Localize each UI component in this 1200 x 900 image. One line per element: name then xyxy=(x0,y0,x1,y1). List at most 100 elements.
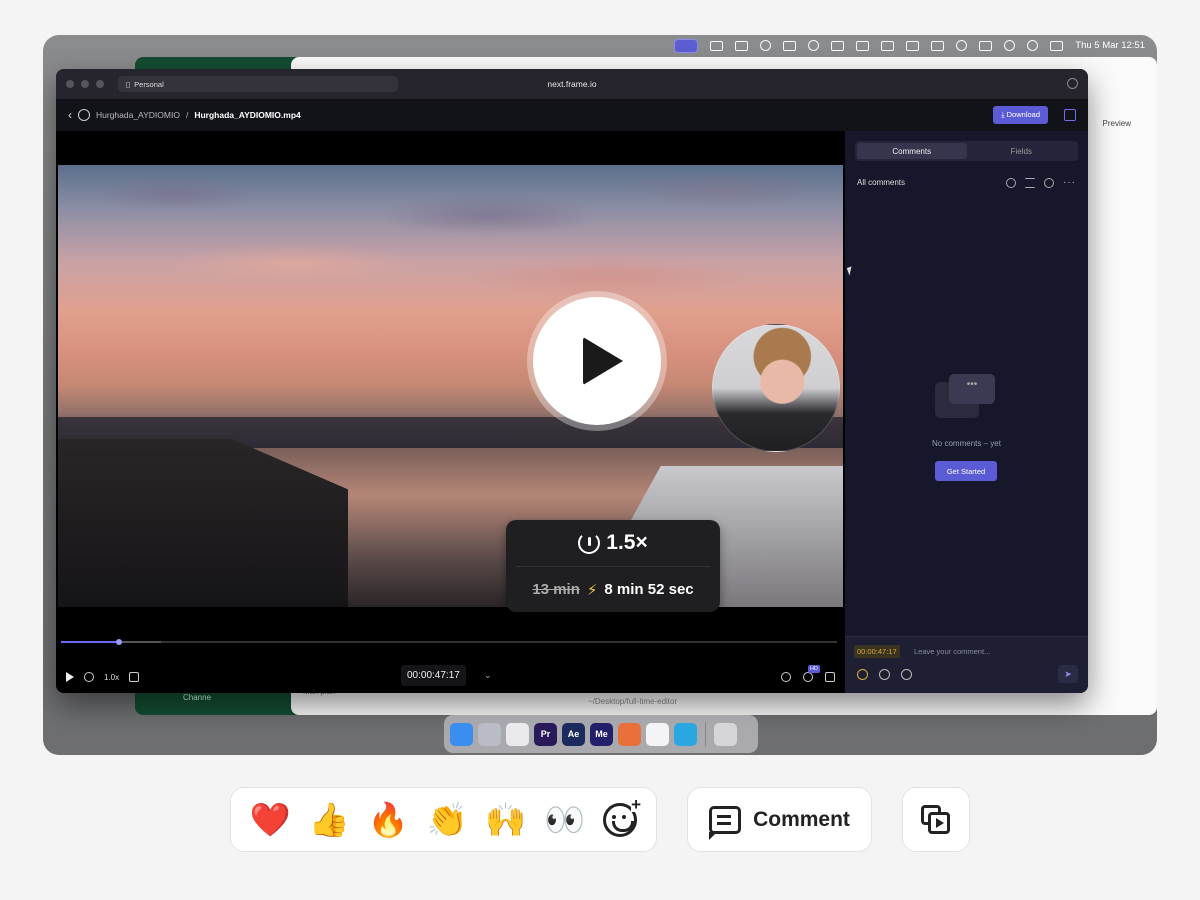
progress-track[interactable] xyxy=(61,641,837,643)
reactions-bar: ❤️ 👍 🔥 👏 🙌 👀 + xyxy=(230,787,657,852)
quality-settings-icon[interactable]: HD xyxy=(803,665,820,682)
play-button[interactable] xyxy=(533,297,661,425)
frameio-window: ▯ Personal next.frame.io ‹ Hurghada_AYDI… xyxy=(56,69,1088,693)
comments-panel: Comments Fields All comments ··· ••• No … xyxy=(845,131,1088,693)
add-reaction-icon[interactable]: + xyxy=(603,796,642,837)
lightning-icon: ⚡ xyxy=(586,581,598,599)
battery-icon[interactable] xyxy=(979,40,993,51)
volume-icon[interactable] xyxy=(129,672,140,682)
profile-tab-label: Personal xyxy=(134,79,164,89)
search-icon[interactable] xyxy=(1044,177,1054,188)
window-titlebar: ▯ Personal next.frame.io xyxy=(56,69,1088,99)
tab-fields[interactable]: Fields xyxy=(967,143,1077,159)
menubar-app-icon[interactable] xyxy=(735,40,749,51)
heart-emoji[interactable]: ❤️ xyxy=(250,803,291,836)
video-player[interactable]: 1.0x 00:00:47:17 ⌄ HD xyxy=(56,131,845,693)
comment-button[interactable]: Comment xyxy=(687,787,872,852)
profile-tab[interactable]: ▯ Personal xyxy=(118,76,398,92)
play-icon[interactable] xyxy=(66,672,74,682)
toggle-panel-icon[interactable] xyxy=(1064,109,1076,121)
composer-timecode[interactable]: 00:00:47:17 xyxy=(854,645,900,658)
wifi-icon[interactable] xyxy=(1004,40,1016,51)
input-source-icon[interactable] xyxy=(906,40,920,51)
after-effects-icon[interactable]: Ae xyxy=(562,722,585,746)
claude-icon[interactable] xyxy=(618,722,641,746)
progress-handle[interactable] xyxy=(116,639,123,645)
all-comments-filter[interactable]: All comments xyxy=(857,178,905,187)
location-pin-icon[interactable] xyxy=(781,672,791,682)
comments-toolbar: All comments ··· xyxy=(845,177,1088,188)
speed-overlay: 1.5× 13 min ⚡ 8 min 52 sec xyxy=(506,520,720,612)
slack-icon[interactable] xyxy=(646,722,669,746)
minimize-window-button[interactable] xyxy=(81,80,89,88)
get-started-button[interactable]: Get Started xyxy=(935,461,997,481)
menubar-app-icon[interactable] xyxy=(760,40,772,51)
back-chevron-icon[interactable]: ‹ xyxy=(68,108,72,122)
menubar-clock[interactable]: Thu 5 Mar 12:51 xyxy=(1075,40,1145,51)
raised-hands-emoji[interactable]: 🙌 xyxy=(485,803,526,836)
media-library-icon xyxy=(921,804,951,835)
background-path: ~/Desktop/full-time-editor xyxy=(588,697,678,706)
fullscreen-icon[interactable] xyxy=(825,672,835,682)
trash-icon[interactable] xyxy=(714,722,737,746)
emoji-icon[interactable] xyxy=(879,669,890,680)
tab-comments[interactable]: Comments xyxy=(857,143,967,159)
preview-label[interactable]: Preview xyxy=(1103,119,1131,128)
loop-icon[interactable] xyxy=(84,672,94,682)
duration-row: 13 min ⚡ 8 min 52 sec xyxy=(506,567,720,612)
empty-state-text: No comments – yet xyxy=(932,439,1001,448)
comment-input[interactable]: Leave your comment... xyxy=(914,647,990,656)
asset-header: ‹ Hurghada_AYDIOMIO / Hurghada_AYDIOMIO.… xyxy=(56,99,1088,131)
download-button[interactable]: ⤓ Download xyxy=(993,106,1048,124)
volume-icon[interactable] xyxy=(856,40,870,51)
menubar-app-icon[interactable] xyxy=(710,40,724,51)
timecode-display[interactable]: 00:00:47:17 xyxy=(401,665,466,686)
display-icon[interactable] xyxy=(881,40,895,51)
comment-composer: 00:00:47:17 Leave your comment... ➤ xyxy=(845,636,1088,693)
send-icon[interactable]: ➤ xyxy=(1058,665,1078,683)
premiere-icon[interactable]: Pr xyxy=(534,722,557,746)
zoom-window-button[interactable] xyxy=(96,80,104,88)
player-right-controls: HD xyxy=(781,665,835,682)
breadcrumb-parent[interactable]: Hurghada_AYDIOMIO xyxy=(96,110,180,120)
timestamp-icon[interactable] xyxy=(857,669,868,680)
chrome-icon[interactable] xyxy=(506,722,529,746)
timecode-chevron-icon[interactable]: ⌄ xyxy=(484,670,492,681)
draw-icon[interactable] xyxy=(901,669,912,680)
composer-tools xyxy=(857,669,912,680)
close-window-button[interactable] xyxy=(66,80,74,88)
breadcrumb-separator: / xyxy=(185,110,189,120)
empty-comments-icon: ••• xyxy=(935,374,997,422)
record-icon[interactable] xyxy=(956,40,968,51)
menubar-app-icon[interactable] xyxy=(931,40,945,51)
hd-badge: HD xyxy=(808,665,820,673)
media-button[interactable] xyxy=(902,787,970,852)
dock: Pr Ae Me xyxy=(444,715,758,753)
menubar-app-icon[interactable] xyxy=(831,40,845,51)
thumbs-up-emoji[interactable]: 👍 xyxy=(309,803,350,836)
screen-record-icon[interactable] xyxy=(674,38,699,53)
clock-icon[interactable] xyxy=(808,40,820,51)
webcam-bubble xyxy=(712,324,840,452)
cloud-icon[interactable] xyxy=(783,40,797,51)
link-icon[interactable] xyxy=(1067,78,1078,89)
more-options-icon[interactable]: ··· xyxy=(1063,177,1076,188)
desktop: Thu 5 Mar 12:51 Preview Channe Max plan … xyxy=(43,35,1157,755)
comment-icon xyxy=(709,805,742,840)
launchpad-icon[interactable] xyxy=(478,722,501,746)
speed-gauge-icon xyxy=(578,532,601,554)
progress-fill xyxy=(61,641,120,643)
comment-button-label: Comment xyxy=(753,807,850,831)
telegram-icon[interactable] xyxy=(674,722,697,746)
filter-icon[interactable] xyxy=(1006,177,1016,188)
sort-icon[interactable] xyxy=(1025,177,1035,188)
playback-speed[interactable]: 1.0x xyxy=(104,673,119,682)
panel-tabs: Comments Fields xyxy=(855,141,1078,161)
control-center-icon[interactable] xyxy=(1050,40,1064,51)
search-icon[interactable] xyxy=(1027,40,1039,51)
eyes-emoji[interactable]: 👀 xyxy=(544,803,585,836)
clapping-emoji[interactable]: 👏 xyxy=(426,803,467,836)
media-encoder-icon[interactable]: Me xyxy=(590,722,613,746)
fire-emoji[interactable]: 🔥 xyxy=(368,803,409,836)
finder-icon[interactable] xyxy=(450,722,473,746)
